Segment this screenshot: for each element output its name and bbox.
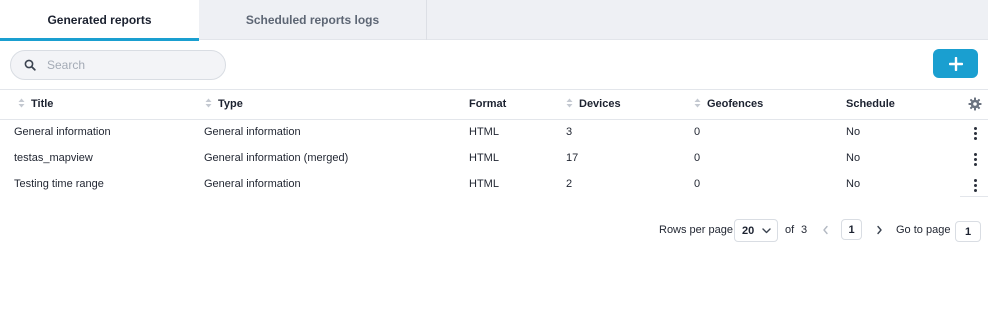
- table-row[interactable]: General information General information …: [0, 120, 988, 146]
- column-header-format: Format: [469, 97, 506, 111]
- table-row[interactable]: Testing time range General information H…: [0, 172, 988, 198]
- row-divider: [960, 196, 988, 197]
- column-header-title-label: Title: [31, 98, 54, 110]
- go-to-page-label: Go to page: [896, 224, 951, 236]
- column-header-geofences[interactable]: Geofences: [694, 97, 763, 111]
- chevron-left-icon[interactable]: [819, 223, 831, 237]
- column-header-type[interactable]: Type: [205, 97, 243, 111]
- tab-bar: Generated reports Scheduled reports logs: [0, 0, 988, 41]
- column-header-schedule: Schedule: [846, 97, 895, 111]
- current-page-button[interactable]: 1: [841, 219, 862, 240]
- sort-icon: [694, 98, 702, 111]
- cell-format: HTML: [469, 152, 499, 164]
- column-header-format-label: Format: [469, 98, 507, 110]
- cell-title: General information: [14, 126, 111, 138]
- go-to-page-input[interactable]: [955, 221, 981, 242]
- row-menu-icon[interactable]: [968, 177, 982, 193]
- cell-devices: 17: [566, 152, 579, 164]
- cell-schedule: No: [846, 152, 861, 164]
- column-header-schedule-label: Schedule: [846, 98, 895, 110]
- table-row[interactable]: testas_mapview General information (merg…: [0, 146, 988, 172]
- plus-icon: [948, 56, 963, 71]
- total-pages: 3: [801, 224, 808, 236]
- cell-title: testas_mapview: [14, 152, 93, 164]
- cell-type: General information (merged): [204, 152, 349, 164]
- cell-schedule: No: [846, 178, 861, 190]
- tab-scheduled-reports-logs[interactable]: Scheduled reports logs: [199, 0, 427, 40]
- column-header-title[interactable]: Title: [18, 97, 53, 111]
- current-page-value: 1: [848, 223, 855, 236]
- rows-per-page-label: Rows per page: [659, 224, 733, 236]
- column-header-devices[interactable]: Devices: [566, 97, 621, 111]
- cell-title: Testing time range: [14, 178, 104, 190]
- cell-geofences: 0: [694, 126, 701, 138]
- gear-icon[interactable]: [968, 97, 982, 111]
- row-menu-icon[interactable]: [968, 125, 982, 141]
- sort-icon: [18, 98, 26, 111]
- search-icon: [15, 51, 45, 79]
- cell-devices: 2: [566, 178, 573, 190]
- tab-scheduled-reports-logs-label: Scheduled reports logs: [245, 13, 380, 27]
- chevron-right-icon[interactable]: [873, 223, 885, 237]
- sort-icon: [566, 98, 574, 111]
- tab-generated-reports-label: Generated reports: [47, 13, 152, 27]
- cell-type: General information: [204, 178, 301, 190]
- search-box: [10, 50, 226, 80]
- rows-per-page-value: 20: [742, 224, 755, 237]
- cell-format: HTML: [469, 126, 499, 138]
- column-header-geofences-label: Geofences: [707, 98, 764, 110]
- rows-per-page-select[interactable]: 20: [734, 219, 778, 242]
- cell-format: HTML: [469, 178, 499, 190]
- cell-type: General information: [204, 126, 301, 138]
- cell-geofences: 0: [694, 152, 701, 164]
- cell-schedule: No: [846, 126, 861, 138]
- chevron-down-icon: [762, 226, 771, 238]
- tab-generated-reports[interactable]: Generated reports: [0, 0, 199, 41]
- cell-geofences: 0: [694, 178, 701, 190]
- table-top-divider: [0, 89, 988, 90]
- add-report-button[interactable]: [933, 49, 978, 78]
- sort-icon: [205, 98, 213, 111]
- column-header-type-label: Type: [218, 98, 243, 110]
- column-header-devices-label: Devices: [579, 98, 621, 110]
- row-menu-icon[interactable]: [968, 151, 982, 167]
- cell-devices: 3: [566, 126, 573, 138]
- search-input[interactable]: [47, 58, 207, 72]
- of-label: of: [785, 224, 795, 236]
